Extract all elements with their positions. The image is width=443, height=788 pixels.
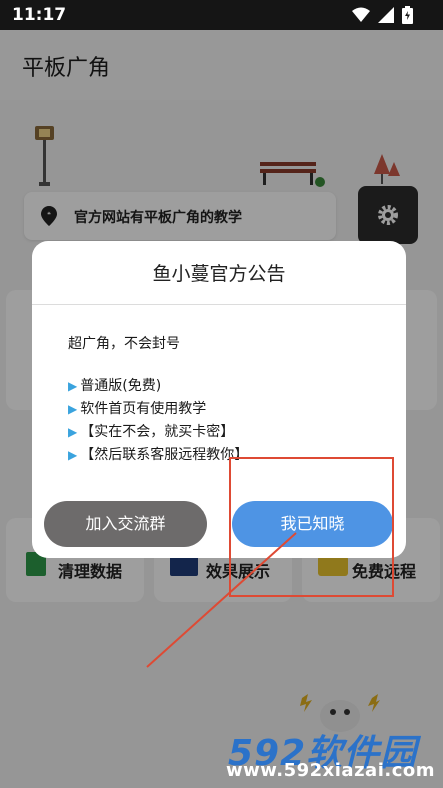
bullet-text: 普通版(免费) bbox=[80, 378, 162, 394]
triangle-bullet-icon: ▶ bbox=[68, 448, 78, 462]
bullet-text: 【实在不会，就买卡密】 bbox=[80, 424, 235, 440]
triangle-bullet-icon: ▶ bbox=[68, 425, 78, 439]
dialog-divider bbox=[32, 304, 406, 305]
dialog-line: 超广角，不会封号 bbox=[68, 336, 180, 352]
dialog-bullet-item: ▶ 普通版(免费) bbox=[68, 375, 161, 395]
annotation-arrow bbox=[146, 532, 297, 668]
status-icons bbox=[352, 6, 413, 24]
bullet-text: 软件首页有使用教学 bbox=[80, 401, 207, 417]
dialog-bullet-item: ▶ 【实在不会，就买卡密】 bbox=[68, 421, 234, 441]
dialog-bullet-item: ▶ 【然后联系客服远程教你】 bbox=[68, 444, 248, 464]
status-time: 11:17 bbox=[12, 5, 67, 25]
battery-icon bbox=[402, 6, 413, 24]
dialog-bullet-item: ▶ 软件首页有使用教学 bbox=[68, 398, 206, 418]
dialog-title: 鱼小蔓官方公告 bbox=[152, 263, 286, 285]
bullet-text: 【然后联系客服远程教你】 bbox=[80, 447, 249, 463]
signal-icon bbox=[378, 7, 394, 23]
wifi-icon bbox=[352, 7, 370, 22]
watermark-url: www.592xiazai.com bbox=[226, 760, 435, 781]
triangle-bullet-icon: ▶ bbox=[68, 402, 78, 416]
triangle-bullet-icon: ▶ bbox=[68, 379, 78, 393]
